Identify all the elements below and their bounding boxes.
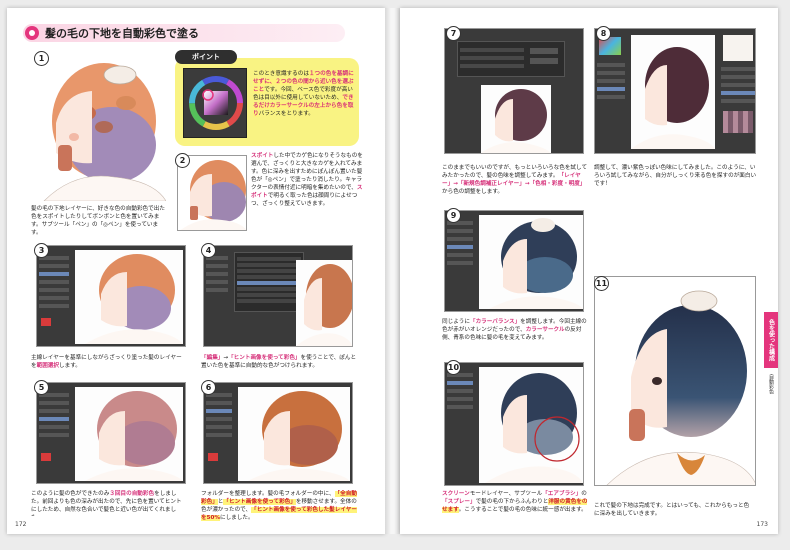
step8-description: 調整して、濃い紫色っぽい色味にしてみました。このように、いろいろ試してみながら、… <box>594 165 757 187</box>
section-title-bar: 髪の毛の下地を自動彩色で塗る <box>23 24 345 42</box>
hue-saturation-dialog[interactable] <box>457 41 565 77</box>
step4-description: 「編集」→「ヒント画像を使って彩色」を使うことで、ぽんと置いた色を基準に自動的な… <box>201 355 357 369</box>
step4-screenshot <box>203 245 353 347</box>
page-number: 172 <box>15 521 27 528</box>
girl-illustration-icon <box>85 391 183 481</box>
canvas-area <box>481 85 551 153</box>
step10-screenshot <box>444 362 584 486</box>
right-page: 7 8 このままでもいいのですが、もっといろいろな色を試してみたかったので、髪の… <box>400 8 778 534</box>
layer-panel <box>445 211 475 311</box>
girl-illustration-icon <box>85 254 183 344</box>
step-number: 5 <box>34 380 49 395</box>
canvas-area <box>296 260 352 346</box>
point-description: このとき意識するのは１つの色を基調にせずに、２つの色の間から近い色を選ぶことです… <box>253 71 354 117</box>
canvas-area <box>75 250 183 344</box>
step-number: 10 <box>446 360 461 375</box>
layer-panel <box>37 383 71 483</box>
color-wheel-icon <box>189 76 243 130</box>
step-number: 11 <box>594 276 609 291</box>
step7-description: このままでもいいのですが、もっといろいろな色を試してみたかったので、髪の色味を調… <box>442 165 588 195</box>
step-number: 7 <box>446 26 461 41</box>
page-number: 173 <box>756 521 768 528</box>
step7-screenshot <box>444 28 584 154</box>
step-number: 8 <box>596 26 611 41</box>
step6-screenshot <box>203 382 353 484</box>
book-spread: 髪の毛の下地を自動彩色で塗る 1 髪の毛の下地レイヤーに、好きな色の自動彩色で出… <box>0 0 790 550</box>
book-gutter <box>385 8 400 534</box>
layer-panel <box>719 29 755 153</box>
left-page: 髪の毛の下地を自動彩色で塗る 1 髪の毛の下地レイヤーに、好きな色の自動彩色で出… <box>7 8 385 534</box>
step11-illustration <box>594 276 756 486</box>
step3-description: 主線レイヤーを基準にしながらざっくり塗った髪のレイヤーを範囲選択します。 <box>31 355 182 369</box>
layer-panel <box>445 363 475 485</box>
step-number: 1 <box>34 51 49 66</box>
step9-description: 同じように「カラーバランス」を調整します。今回主線の色が赤がいオレンジだったので… <box>442 319 587 341</box>
section-title: 髪の毛の下地を自動彩色で塗る <box>45 27 199 40</box>
canvas-area <box>238 387 350 481</box>
step-number: 3 <box>34 243 49 258</box>
step-number: 6 <box>201 380 216 395</box>
girl-illustration-icon <box>43 63 166 201</box>
canvas-area <box>631 35 715 149</box>
layer-panel <box>204 383 234 483</box>
chapter-tab[interactable]: 色を使った構成 <box>764 312 778 368</box>
point-label: ポイント <box>175 50 237 64</box>
step5-screenshot <box>36 382 186 484</box>
step3-screenshot <box>36 245 186 347</box>
step9-screenshot <box>444 210 584 312</box>
step1-illustration <box>34 53 166 201</box>
layer-panel <box>37 246 71 346</box>
canvas-area <box>479 367 583 483</box>
girl-illustration-icon <box>180 160 246 230</box>
title-bullet-icon <box>25 26 39 40</box>
step5-description: このように髪の色ができたのみ３回目の自動彩色をしました。前回よりも色の深みが出た… <box>31 491 182 516</box>
girl-illustration-icon <box>489 218 583 309</box>
step2-illustration <box>177 155 247 231</box>
canvas-area <box>479 215 583 309</box>
step1-description: 髪の毛の下地レイヤーに、好きな色の自動彩色で出た色をスポイトしたりしてボンボンと… <box>31 206 165 236</box>
color-wheel-panel <box>183 68 247 138</box>
layer-panel <box>204 246 230 346</box>
step-number: 4 <box>201 243 216 258</box>
edit-menu-dropdown[interactable] <box>234 252 304 312</box>
girl-illustration-icon <box>481 89 551 153</box>
chapter-subtitle: 自動彩色 <box>768 374 774 394</box>
girl-illustration-icon <box>485 373 583 483</box>
tool-panel <box>595 29 627 153</box>
girl-illustration-icon <box>606 290 755 485</box>
step-number: 9 <box>446 208 461 223</box>
girl-illustration-icon <box>296 264 352 346</box>
step6-description: フォルダーを整理します。髪の毛フォルダーの中に、「全自動彩色」と「ヒント画像を使… <box>201 491 357 521</box>
step8-screenshot <box>594 28 756 154</box>
step11-description: これで髪の下地は完成です。とはいっても、これからもっと色に深みを出していきます。 <box>594 503 750 517</box>
girl-illustration-icon <box>631 47 715 149</box>
step10-description: スクリーンモードレイヤー、サブツール「エアブラシ」の「スプレー」で髪の毛の下から… <box>442 491 588 513</box>
step2-description: スポイトした中でカゲ色になりそうなものを選んで、ざっくりと大きなカゲを入れてみま… <box>251 153 363 207</box>
step-number: 2 <box>175 153 190 168</box>
canvas-area <box>75 387 183 481</box>
girl-illustration-icon <box>248 391 350 481</box>
